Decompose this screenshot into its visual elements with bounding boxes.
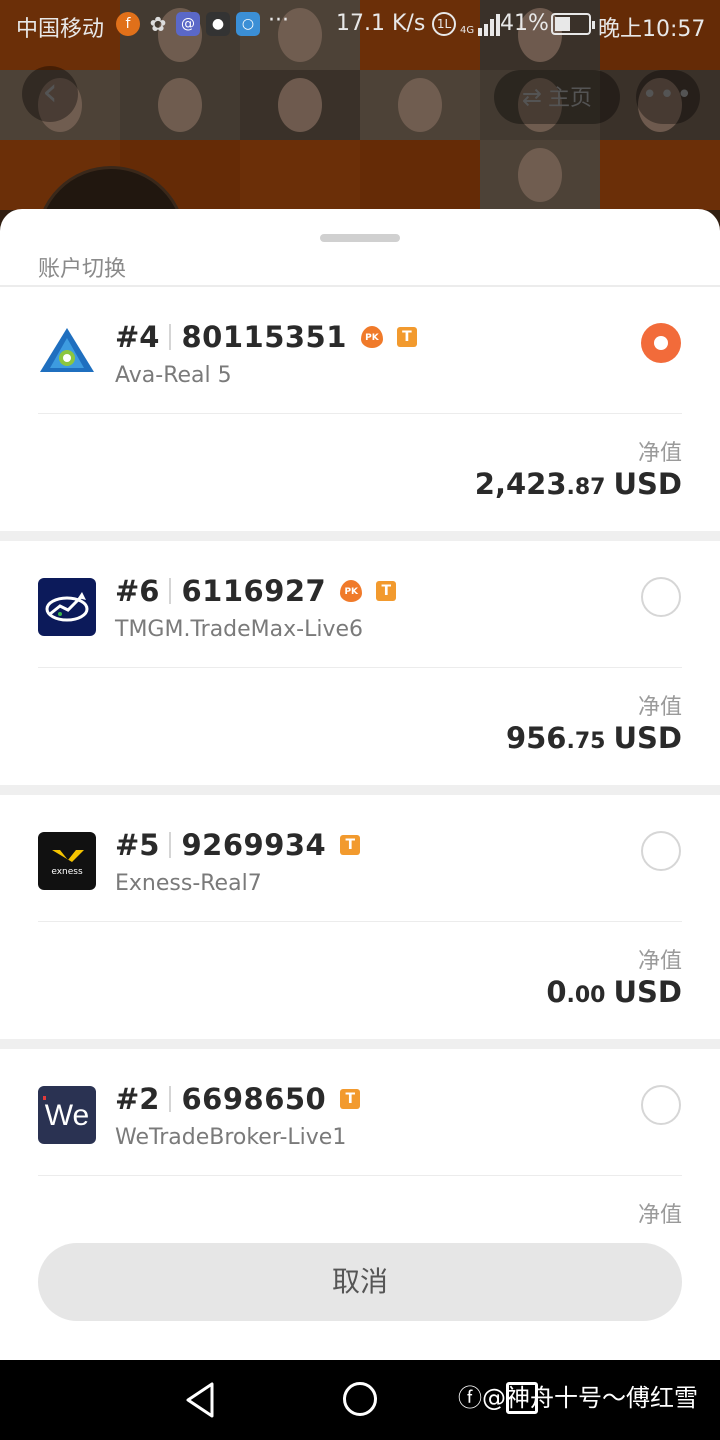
drag-handle[interactable] (320, 234, 400, 242)
wechat-notification-icon: ✿ (149, 12, 167, 36)
account-radio[interactable] (641, 577, 681, 617)
divider (169, 1086, 172, 1112)
notification-icons: f ✿ @ ● ○ (116, 12, 260, 36)
account-card[interactable]: exness #5 9269934 T Exness-Real7 净值 0.00… (0, 795, 720, 1039)
account-index: #5 (115, 828, 160, 862)
tmgm-logo-icon (38, 578, 96, 636)
account-switch-sheet: 账户切换 #4 80115351 PK T Ava-Real 5 净值 2,42… (0, 209, 720, 1360)
divider (38, 1175, 682, 1176)
server-name: Exness-Real7 (115, 871, 262, 896)
divider (38, 667, 682, 668)
account-index: #4 (115, 320, 160, 354)
network-speed: 17.1 K/s (336, 11, 426, 36)
broker-logo-ava (38, 324, 96, 382)
equity-currency: USD (613, 975, 682, 1009)
cancel-button[interactable]: 取消 (38, 1243, 682, 1321)
ava-logo-icon (38, 324, 96, 382)
server-name: WeTradeBroker-Live1 (115, 1125, 347, 1150)
account-id-line: #5 9269934 T (115, 825, 361, 865)
equity-label: 净值 (637, 1203, 682, 1228)
divider (169, 832, 172, 858)
t-badge: T (340, 835, 361, 855)
account-radio-selected[interactable] (641, 323, 681, 363)
broker-logo-exness: exness (38, 832, 96, 890)
account-radio[interactable] (641, 831, 681, 871)
t-badge: T (376, 581, 397, 601)
account-card[interactable]: #4 80115351 PK T Ava-Real 5 净值 2,423.87 U… (0, 287, 720, 531)
account-number: 9269934 (181, 828, 327, 862)
equity-label: 净值 (637, 949, 682, 974)
signal-type: 4G (460, 25, 475, 36)
broker-logo-tmgm (38, 578, 96, 636)
account-index: #2 (115, 1082, 160, 1116)
exness-logo-icon: exness (38, 832, 96, 890)
account-number: 6698650 (181, 1082, 327, 1116)
qq-notification-icon: ● (206, 12, 230, 36)
equity-value: 956.75 USD (506, 721, 682, 755)
browser-notification-icon: ○ (236, 12, 260, 36)
account-id-line: #6 6116927 PK T (115, 571, 397, 611)
account-id-line: #4 80115351 PK T (115, 317, 417, 357)
divider (169, 324, 172, 350)
t-badge: T (340, 1089, 361, 1109)
server-name: TMGM.TradeMax-Live6 (115, 617, 364, 642)
app-notification-icon: @ (176, 12, 200, 36)
pk-fire-icon: PK (340, 580, 363, 602)
wetrade-logo-icon: We (38, 1086, 96, 1144)
equity-integer: 956 (505, 721, 567, 755)
account-id-line: #2 6698650 T (115, 1079, 361, 1119)
battery-icon (551, 13, 595, 35)
system-nav-bar: ⓕ@神舟十号～傅红雪 (0, 1360, 720, 1440)
account-radio[interactable] (641, 1085, 681, 1125)
clock: 晚上10:57 (598, 17, 706, 42)
wetrade-logo-text: We (45, 1099, 89, 1132)
weibo-notification-icon: f (116, 12, 140, 36)
battery-percent: 41% (500, 11, 549, 36)
divider (169, 578, 172, 604)
data-saver-icon: 1L (432, 12, 456, 36)
equity-value: 0.00 USD (546, 975, 682, 1009)
divider (38, 921, 682, 922)
sheet-title: 账户切换 (38, 257, 127, 282)
more-notifications-icon: ··· (268, 8, 289, 33)
account-number: 80115351 (181, 320, 347, 354)
divider (38, 413, 682, 414)
equity-value: 2,423.87 USD (475, 467, 682, 501)
account-card[interactable]: #6 6116927 PK T TMGM.TradeMax-Live6 净值 9… (0, 541, 720, 785)
account-number: 6116927 (181, 574, 327, 608)
weibo-icon: ⓕ (458, 1384, 482, 1412)
equity-integer: 0 (546, 975, 567, 1009)
carrier-name: 中国移动 (16, 17, 105, 42)
server-name: Ava-Real 5 (115, 363, 232, 388)
equity-integer: 2,423 (474, 467, 567, 501)
broker-logo-wetrade: We (38, 1086, 96, 1144)
card-separator (0, 785, 720, 795)
watermark-label: @神舟十号～傅红雪 (482, 1384, 698, 1412)
account-index: #6 (115, 574, 160, 608)
exness-logo-text: exness (51, 867, 83, 877)
watermark-text: ⓕ@神舟十号～傅红雪 (458, 1378, 698, 1413)
status-bar: 中国移动 f ✿ @ ● ○ ··· 17.1 K/s 1L 4G 41% 晚上… (0, 0, 720, 50)
nav-home-icon[interactable] (343, 1382, 377, 1416)
card-separator (0, 1039, 720, 1049)
equity-label: 净值 (637, 441, 682, 466)
equity-decimal: .87 (566, 475, 606, 500)
equity-label: 净值 (637, 695, 682, 720)
equity-currency: USD (613, 721, 682, 755)
equity-decimal: .75 (566, 729, 606, 754)
signal-icon: 4G (460, 12, 501, 36)
equity-currency: USD (613, 467, 682, 501)
t-badge: T (396, 327, 417, 347)
equity-decimal: .00 (566, 983, 606, 1008)
card-separator (0, 531, 720, 541)
pk-fire-icon: PK (360, 326, 383, 348)
nav-back-icon[interactable] (182, 1380, 222, 1420)
